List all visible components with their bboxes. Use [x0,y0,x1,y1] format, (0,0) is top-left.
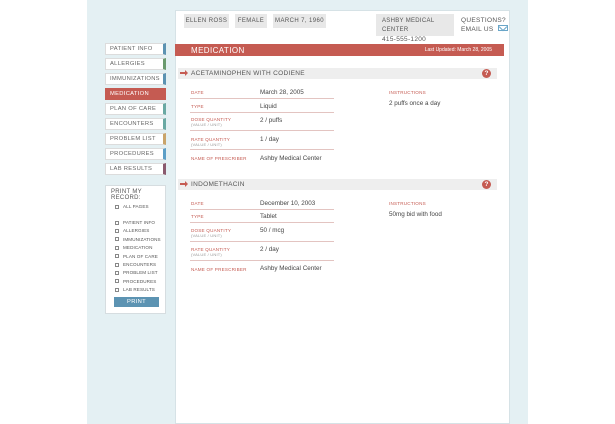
patient-gender: Female [235,14,267,28]
divider [190,130,334,131]
help-icon[interactable]: ? [482,180,491,189]
date-label: Date [191,201,204,206]
instructions-value: 2 puffs once a day [389,100,441,107]
section-header: Medication Last Updated: March 28, 2005 [175,44,504,56]
patient-name: Ellen Ross [184,14,229,28]
checkbox[interactable] [115,237,119,242]
rate-value: 1 / day [260,136,279,143]
checkbox[interactable] [115,228,119,233]
checkbox[interactable] [115,254,119,259]
section-title: Medication [191,46,245,55]
dose-label: Dose Quantity (Value / Unit) [191,117,232,127]
help-icon[interactable]: ? [482,69,491,78]
dose-value: 2 / puffs [260,117,283,124]
type-value: Tablet [260,213,277,220]
divider [190,209,334,210]
sidebar-item-immunizations[interactable]: Immunizations [105,73,166,85]
prescriber-value: Ashby Medical Center [260,155,322,162]
divider [190,241,334,242]
print-option-plan-of-care[interactable]: Plan of Care [115,254,158,259]
print-record-panel: Print my record: All Pages Patient Info … [105,185,166,314]
sidebar-nav: Patient Info Allergies Immunizations Med… [105,43,166,178]
divider [190,98,334,99]
sidebar-item-allergies[interactable]: Allergies [105,58,166,70]
arrow-right-icon [180,181,188,187]
print-option-patient-info[interactable]: Patient Info [115,220,155,225]
print-option-lab-results[interactable]: Lab Results [115,287,155,292]
medication-header[interactable]: Indomethacin ? [178,179,497,190]
type-label: Type [191,104,204,109]
print-option-medication[interactable]: Medication [115,245,153,250]
checkbox[interactable] [115,270,119,275]
checkbox[interactable] [115,245,119,250]
prescriber-label: Name of Prescriber [191,156,247,161]
print-option-allergies[interactable]: Allergies [115,228,149,233]
type-value: Liquid [260,103,277,110]
date-value: March 28, 2005 [260,89,304,96]
print-option-procedures[interactable]: Procedures [115,279,156,284]
divider [190,260,334,261]
instructions-label: Instructions [389,201,426,206]
email-us-label: Email us [461,26,494,33]
sidebar-item-encounters[interactable]: Encounters [105,118,166,130]
sidebar-item-patient-info[interactable]: Patient Info [105,43,166,55]
prescriber-value: Ashby Medical Center [260,265,322,272]
print-button[interactable]: Print [114,297,159,307]
provider-phone: 415-555-1200 [382,36,427,43]
email-us-link[interactable]: Email us [461,25,508,34]
checkbox[interactable] [115,279,119,284]
print-title: Print my record: [111,189,142,201]
checkbox[interactable] [115,204,119,209]
print-option-encounters[interactable]: Encounters [115,262,156,267]
type-label: Type [191,214,204,219]
provider-info: Ashby Medical Center 415-555-1200 [376,14,454,43]
print-option-all-pages[interactable]: All Pages [115,204,149,209]
divider [190,222,334,223]
rate-value: 2 / day [260,246,279,253]
mail-icon[interactable] [497,25,508,32]
rate-label: Rate Quantity (Value / Unit) [191,137,231,147]
date-label: Date [191,90,204,95]
medication-name: Indomethacin [191,181,245,188]
checkbox[interactable] [115,262,119,267]
last-updated: Last Updated: March 28, 2005 [424,47,492,53]
sidebar-item-problem-list[interactable]: Problem List [105,133,166,145]
print-option-immunizations[interactable]: Immunizations [115,237,161,242]
medication-header[interactable]: Acetaminophen with Codiene ? [178,68,497,79]
dose-label: Dose Quantity (Value / Unit) [191,228,232,238]
date-value: December 10, 2003 [260,200,316,207]
sidebar-item-medication[interactable]: Medication [105,88,166,100]
arrow-right-icon [180,70,188,76]
checkbox[interactable] [115,220,119,225]
provider-name: Ashby Medical Center [382,18,435,33]
divider [190,149,334,150]
sidebar-item-lab-results[interactable]: Lab Results [105,163,166,175]
patient-dob: March 7, 1960 [273,14,326,28]
dose-value: 50 / mcg [260,227,285,234]
print-option-problem-list[interactable]: Problem List [115,270,158,275]
rate-label: Rate Quantity (Value / Unit) [191,247,231,257]
medication-name: Acetaminophen with Codiene [191,70,305,77]
sidebar-item-procedures[interactable]: Procedures [105,148,166,160]
prescriber-label: Name of Prescriber [191,267,247,272]
divider [190,112,334,113]
instructions-label: Instructions [389,90,426,95]
questions-block: Questions? Email us [461,16,508,34]
checkbox[interactable] [115,287,119,292]
instructions-value: 50mg bid with food [389,211,442,218]
sidebar-item-plan-of-care[interactable]: Plan of Care [105,103,166,115]
